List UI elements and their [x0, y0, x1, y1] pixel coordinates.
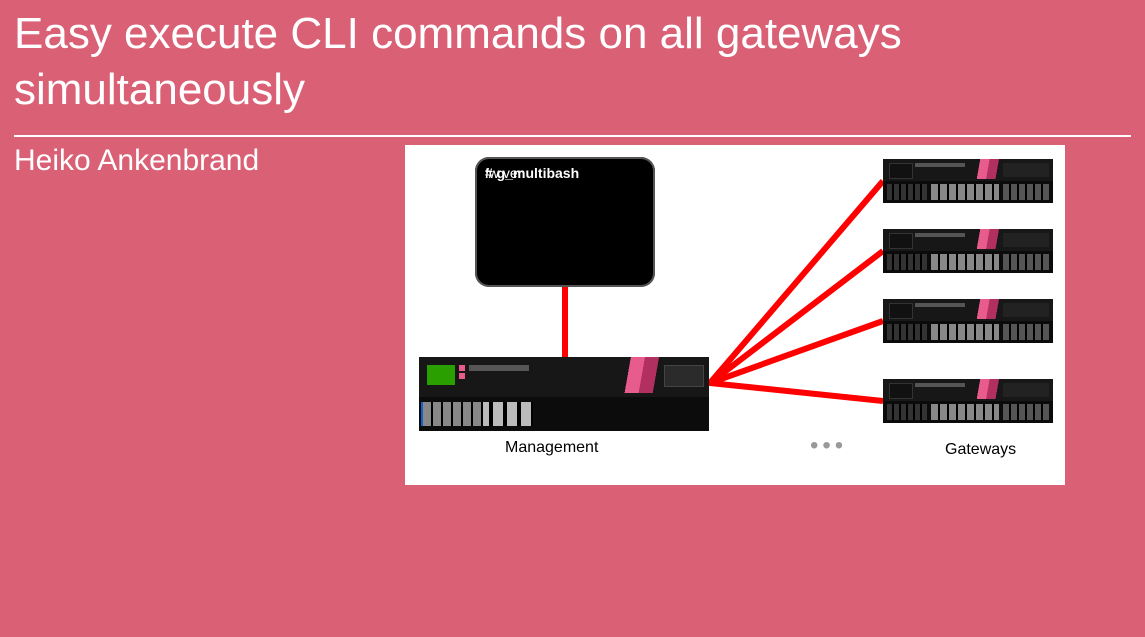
terminal-command-arg: fw ver [485, 165, 522, 182]
slide: Easy execute CLI commands on all gateway… [0, 0, 1145, 637]
author-name: Heiko Ankenbrand [14, 144, 259, 178]
appliance-logo-icon [459, 373, 465, 379]
gateways-label: Gateways [945, 441, 1016, 459]
appliance-ports-icon [419, 397, 709, 431]
ellipsis-icon: ••• [810, 441, 847, 451]
title-underline [14, 135, 1131, 137]
appliance-brand-icon [469, 365, 529, 371]
appliance-logo-icon [459, 365, 465, 371]
management-label: Management [505, 439, 598, 457]
appliance-screen-icon [427, 365, 455, 385]
gateway-appliance-icon [883, 299, 1053, 343]
management-appliance-icon [419, 357, 709, 431]
appliance-module-icon [664, 365, 704, 387]
gateway-appliance-icon [883, 159, 1053, 203]
gateway-appliance-icon [883, 379, 1053, 423]
appliance-stripe-icon [614, 357, 664, 393]
terminal-window: # g_multibash fw ver [475, 157, 655, 287]
gateway-appliance-icon [883, 229, 1053, 273]
diagram: # g_multibash fw ver Management ••• [405, 145, 1065, 485]
slide-title: Easy execute CLI commands on all gateway… [14, 6, 1131, 119]
